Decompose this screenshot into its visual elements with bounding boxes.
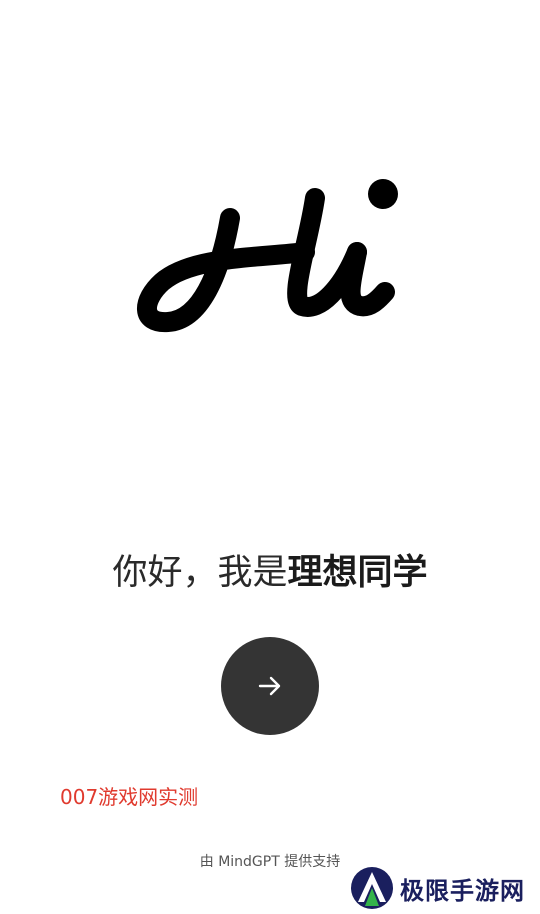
watermark-jixian: 极限手游网 xyxy=(350,865,525,911)
watermark-jixian-text: 极限手游网 xyxy=(400,875,525,905)
greeting-prefix: 你好，我是 xyxy=(112,553,288,593)
assistant-name: 理想同学 xyxy=(287,553,428,593)
welcome-screen: 你好，我是理想同学 007游戏网实测 由 MindGPT 提供支持 极限手游网 xyxy=(0,0,540,914)
arrow-right-icon xyxy=(258,676,281,696)
jixian-logo-icon xyxy=(351,867,393,909)
watermark-007: 007游戏网实测 xyxy=(60,785,199,809)
start-button[interactable] xyxy=(221,637,319,735)
greeting-text: 你好，我是理想同学 xyxy=(0,548,540,598)
hi-script-logo-icon xyxy=(137,179,398,333)
